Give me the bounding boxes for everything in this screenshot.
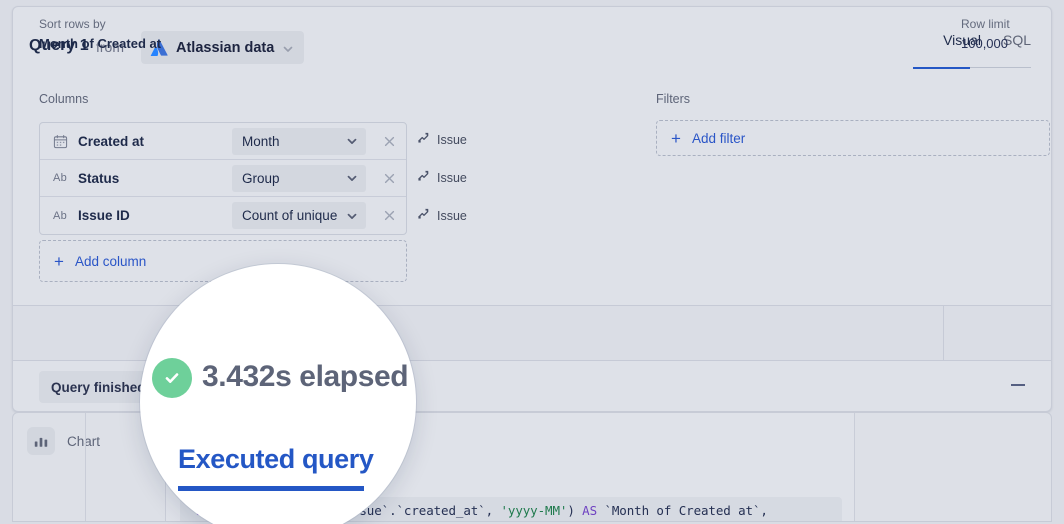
check-circle-icon (152, 358, 192, 398)
row-limit[interactable]: Row limit 100,000 (961, 17, 1010, 51)
sort-rows-by-label: Sort rows by (39, 17, 106, 31)
column-source-label: Issue (437, 132, 467, 147)
status-badge-label: Query finished (51, 379, 146, 395)
column-source-tag: Issue (417, 207, 467, 224)
minimize-icon[interactable] (1011, 384, 1025, 386)
magnifier-overlay: 3.432s elapsed Executed query (140, 264, 416, 524)
add-filter-button[interactable]: + Add filter (656, 120, 1050, 156)
add-column-label: Add column (74, 253, 147, 269)
remove-column-button[interactable] (376, 203, 402, 229)
sort-rows-by-value: Month of Created at (39, 36, 162, 51)
executed-query-magnified-label: Executed query (178, 444, 374, 474)
remove-column-button[interactable] (376, 165, 402, 191)
column-aggregation-select[interactable]: Group (232, 164, 366, 192)
jira-issue-icon (417, 169, 431, 186)
sort-rows-by[interactable]: Sort rows by Month of Created at (39, 17, 161, 51)
jira-issue-icon (417, 131, 431, 148)
magnifier-content: 3.432s elapsed Executed query (140, 264, 416, 524)
column-aggregation-value: Count of unique (242, 208, 338, 223)
column-name: Created at (78, 133, 145, 149)
column-aggregation-select[interactable]: Count of unique (232, 202, 366, 229)
row-limit-label: Row limit (961, 17, 1010, 31)
chevron-down-icon (346, 210, 358, 222)
column-source-label: Issue (437, 170, 467, 185)
chevron-down-icon (346, 172, 358, 184)
column-row[interactable]: Ab Issue ID Count of unique (40, 197, 406, 234)
column-aggregation-value: Month (242, 133, 280, 149)
column-source-tag: Issue (417, 169, 467, 186)
text-icon-label: Ab (52, 172, 68, 184)
row-limit-value: 100,000 (961, 36, 1008, 51)
add-filter-label: Add filter (691, 130, 746, 146)
tab-underline-track (913, 67, 1031, 69)
column-aggregation-value: Group (242, 170, 280, 186)
plus-icon: + (54, 251, 64, 271)
tab-chart-label: Chart (67, 433, 101, 449)
executed-query-underline (178, 486, 364, 491)
column-name: Issue ID (78, 208, 130, 223)
query-card-header: Query 1 from Atlassian data Visual SQL (13, 7, 1051, 69)
plus-icon: + (671, 128, 681, 148)
remove-column-button[interactable] (376, 128, 402, 154)
column-row[interactable]: Created at Month (40, 123, 406, 160)
app-root: Query 1 from Atlassian data Visual SQL C… (0, 0, 1064, 524)
column-row[interactable]: Ab Status Group (40, 160, 406, 197)
data-source-name: Atlassian data (176, 39, 275, 56)
column-source-tag: Issue (417, 131, 467, 148)
jira-issue-icon (417, 207, 431, 224)
panel-divider (85, 413, 86, 521)
text-icon: Ab (51, 207, 69, 225)
column-name: Status (78, 170, 120, 186)
filters-section-label: Filters (656, 92, 691, 106)
text-icon-label: Ab (52, 209, 68, 222)
elapsed-time-text: 3.432s elapsed (202, 360, 409, 393)
strip-divider (943, 305, 944, 361)
columns-list: Created at Month Ab Status Group Ab Issu… (39, 122, 407, 235)
calendar-icon (51, 132, 69, 150)
text-icon: Ab (51, 169, 69, 187)
column-aggregation-select[interactable]: Month (232, 127, 366, 155)
data-source-selector[interactable]: Atlassian data (141, 31, 305, 64)
tab-active-indicator (913, 67, 970, 69)
bar-chart-icon (27, 427, 55, 455)
tab-chart[interactable]: Chart (27, 427, 100, 455)
chevron-down-icon (282, 42, 294, 54)
columns-section-label: Columns (39, 92, 89, 106)
column-source-label: Issue (437, 208, 467, 223)
chevron-down-icon (346, 135, 358, 147)
